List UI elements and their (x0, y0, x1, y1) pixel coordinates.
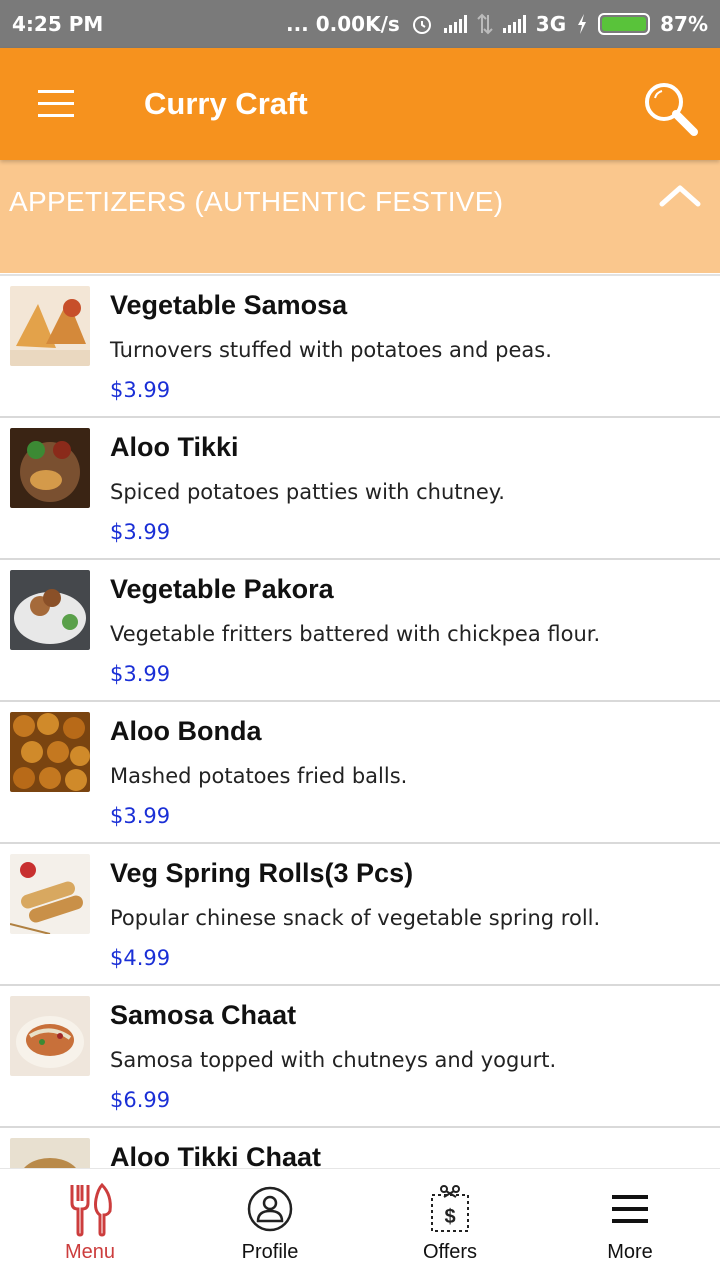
network-type: 3G (535, 12, 567, 36)
item-thumbnail (10, 1138, 90, 1168)
item-description: Samosa topped with chutneys and yogurt. (110, 1048, 557, 1072)
item-thumbnail (10, 996, 90, 1076)
nav-menu-label: Menu (64, 1241, 116, 1263)
item-name: Veg Spring Rolls(3 Pcs) (110, 858, 414, 888)
alarm-icon (412, 16, 431, 34)
item-price: $3.99 (110, 378, 171, 402)
nav-profile-label: Profile (241, 1241, 299, 1263)
nav-offers[interactable]: $ Offers (360, 1169, 540, 1280)
item-price: $3.99 (110, 804, 171, 828)
chevron-up-icon[interactable] (658, 182, 702, 210)
app-bar: Curry Craft (0, 48, 720, 160)
item-name: Aloo Tikki (110, 432, 239, 462)
battery-icon (598, 13, 651, 35)
item-name: Vegetable Pakora (110, 574, 334, 604)
menu-item[interactable]: Aloo Tikki Spiced potatoes patties with … (0, 418, 720, 560)
svg-text:$: $ (444, 1206, 455, 1228)
charging-icon (578, 14, 587, 34)
item-thumbnail (10, 854, 90, 934)
item-price: $6.99 (110, 1088, 171, 1112)
app-title: Curry Craft (144, 86, 308, 121)
item-description: Mashed potatoes fried balls. (110, 764, 408, 788)
item-price: $3.99 (110, 662, 171, 686)
item-name: Vegetable Samosa (110, 290, 348, 320)
item-description: Turnovers stuffed with potatoes and peas… (110, 338, 552, 362)
item-name: Aloo Bonda (110, 716, 262, 746)
data-arrows-icon (477, 13, 493, 35)
bottom-navigation: Menu Profile $ Offers More (0, 1168, 720, 1280)
item-description: Popular chinese snack of vegetable sprin… (110, 906, 601, 930)
offers-icon: $ (422, 1181, 478, 1237)
item-name: Samosa Chaat (110, 1000, 297, 1030)
menu-item[interactable]: Aloo Bonda Mashed potatoes fried balls. … (0, 702, 720, 844)
status-time: 4:25 PM (12, 12, 104, 36)
nav-more-label: More (607, 1241, 653, 1263)
menu-item[interactable]: Vegetable Pakora Vegetable fritters batt… (0, 560, 720, 702)
item-description: Spiced potatoes patties with chutney. (110, 480, 505, 504)
item-thumbnail (10, 428, 90, 508)
item-description: Vegetable fritters battered with chickpe… (110, 622, 601, 646)
menu-item[interactable]: Vegetable Samosa Turnovers stuffed with … (0, 276, 720, 418)
item-thumbnail (10, 712, 90, 792)
profile-icon (242, 1181, 298, 1237)
menu-item-list[interactable]: Vegetable Samosa Turnovers stuffed with … (0, 274, 720, 1168)
more-menu-icon (602, 1181, 658, 1237)
item-name: Aloo Tikki Chaat (110, 1142, 322, 1168)
status-bar: 4:25 PM ... 0.00K/s 3G 87% (0, 0, 720, 48)
menu-item[interactable]: Aloo Tikki Chaat (0, 1128, 720, 1168)
item-thumbnail (10, 286, 90, 366)
category-title: APPETIZERS (AUTHENTIC FESTIVE) (9, 186, 504, 217)
net-speed: ... 0.00K/s (285, 12, 400, 36)
nav-profile[interactable]: Profile (180, 1169, 360, 1280)
search-icon[interactable] (640, 78, 700, 138)
signal-icon (443, 15, 467, 33)
fork-knife-icon (62, 1181, 118, 1237)
item-price: $3.99 (110, 520, 171, 544)
item-thumbnail (10, 570, 90, 650)
signal-3g-icon (502, 15, 526, 33)
item-price: $4.99 (110, 946, 171, 970)
category-header[interactable]: APPETIZERS (AUTHENTIC FESTIVE) (0, 160, 720, 273)
menu-item[interactable]: Veg Spring Rolls(3 Pcs) Popular chinese … (0, 844, 720, 986)
nav-more[interactable]: More (540, 1169, 720, 1280)
menu-item[interactable]: Samosa Chaat Samosa topped with chutneys… (0, 986, 720, 1128)
hamburger-icon[interactable] (38, 90, 74, 118)
status-icons: ... 0.00K/s 3G 87% (286, 12, 708, 36)
nav-menu[interactable]: Menu (0, 1169, 180, 1280)
nav-offers-label: Offers (422, 1241, 478, 1263)
battery-percent: 87% (660, 12, 708, 36)
